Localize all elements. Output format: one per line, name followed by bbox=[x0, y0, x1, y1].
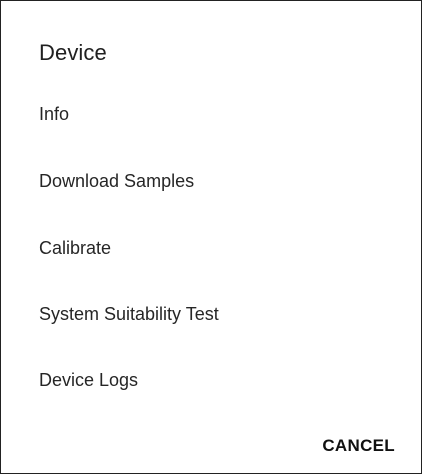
menu-item-device-logs[interactable]: Device Logs bbox=[39, 368, 138, 392]
menu-item-calibrate[interactable]: Calibrate bbox=[39, 236, 111, 260]
dialog-title: Device bbox=[39, 40, 107, 65]
cancel-button[interactable]: CANCEL bbox=[322, 435, 395, 457]
menu-item-info[interactable]: Info bbox=[39, 102, 69, 126]
menu-item-download-samples[interactable]: Download Samples bbox=[39, 169, 194, 193]
menu-item-system-suitability-test[interactable]: System Suitability Test bbox=[39, 302, 219, 326]
device-dialog: Device Info Download Samples Calibrate S… bbox=[0, 0, 422, 474]
